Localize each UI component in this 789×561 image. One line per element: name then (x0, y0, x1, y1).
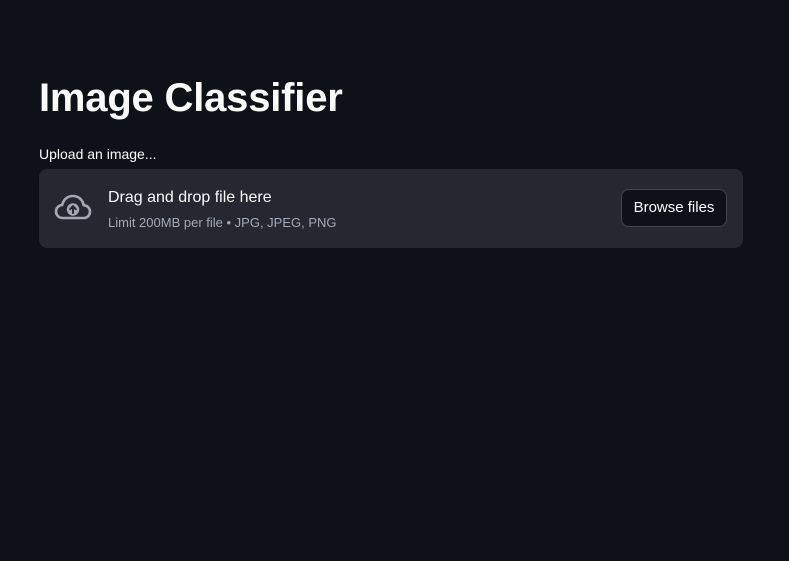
file-dropzone[interactable]: Drag and drop file here Limit 200MB per … (39, 169, 743, 248)
dropzone-instructions: Drag and drop file here (108, 189, 272, 206)
page-title: Image Classifier (39, 76, 343, 120)
cloud-upload-icon (54, 191, 92, 225)
app-page: Image Classifier Upload an image... Drag… (0, 0, 789, 561)
file-limit-text: Limit 200MB per file • JPG, JPEG, PNG (108, 215, 337, 230)
browse-files-button[interactable]: Browse files (621, 189, 727, 227)
upload-label: Upload an image... (39, 146, 157, 162)
